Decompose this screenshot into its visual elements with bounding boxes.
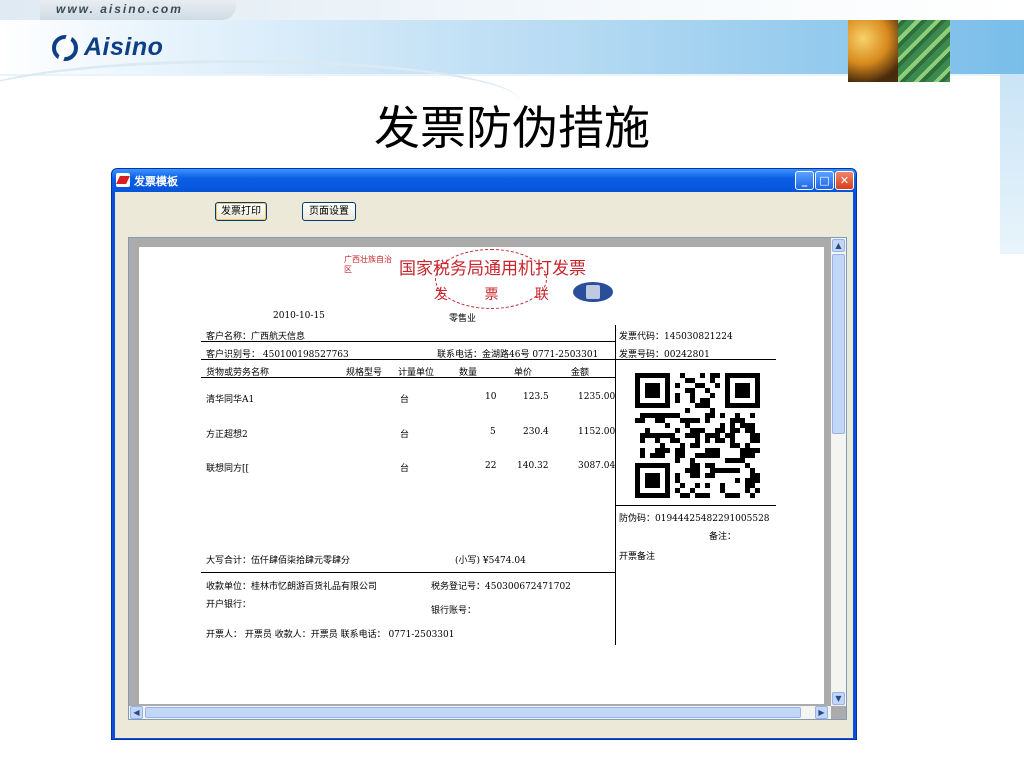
scroll-down-icon[interactable]: ▼ — [832, 692, 845, 705]
maximize-button[interactable]: □ — [815, 171, 834, 190]
aisino-logo: Aisino — [52, 33, 163, 62]
item-qty: 22 — [485, 461, 497, 471]
print-preview[interactable]: 广西壮族自治区 国家税务局通用机打发票 发 票 联 2010-10-15 零售业… — [128, 237, 847, 720]
aisino-logo-icon — [52, 34, 78, 61]
slide-title: 发票防伪措施 — [374, 101, 650, 155]
scroll-left-icon[interactable]: ◀ — [130, 706, 143, 719]
print-invoice-button[interactable]: 发票打印 — [215, 202, 267, 221]
remark-value: 开票备注 — [619, 552, 656, 562]
window-title: 发票模板 — [134, 175, 178, 188]
invoice-title: 国家税务局通用机打发票 — [399, 259, 586, 279]
invoice-copy-label: 发 票 联 — [434, 287, 565, 303]
window-client: 发票打印 页面设置 广西壮族自治区 国家税务局通用机打发票 发 票 联 2010… — [115, 192, 853, 738]
window-titlebar[interactable]: 发票模板 _ □ ✕ — [112, 169, 856, 192]
item-price: 140.32 — [517, 461, 549, 471]
remark-label: 备注： — [709, 532, 737, 542]
anti-counterfeit-code: 防伪码：01944425482291005528 — [619, 514, 770, 524]
item-qty: 5 — [490, 427, 496, 437]
invoice-footer: 开票人： 开票员 收款人：开票员 联系电话： 0771-2503301 — [206, 630, 455, 640]
close-button[interactable]: ✕ — [835, 171, 854, 190]
page-setup-button[interactable]: 页面设置 — [302, 202, 356, 221]
total-upper: 大写合计：伍仟肆佰柒拾肆元零肆分 — [206, 556, 351, 566]
minimize-button[interactable]: _ — [795, 171, 814, 190]
item-amount: 3087.04 — [578, 461, 616, 471]
item-amount: 1235.00 — [578, 392, 616, 402]
invoice-industry: 零售业 — [449, 314, 477, 324]
logo-text: Aisino — [84, 33, 164, 61]
account-label: 银行账号： — [431, 606, 477, 616]
payee-unit: 收款单位：桂林市忆朗游百货礼品有限公司 — [206, 582, 378, 592]
invoice-code: 发票代码：145030821224 — [619, 332, 733, 342]
invoice-date: 2010-10-15 — [273, 311, 325, 321]
invoice-region: 广西壮族自治区 — [344, 255, 392, 274]
rule-line — [615, 325, 616, 645]
invoice-template-window: 发票模板 _ □ ✕ 发票打印 页面设置 广西壮族自治区 国家税务局通用机打发票… — [111, 168, 857, 740]
tax-emblem-icon — [573, 282, 613, 302]
item-name: 清华同华A1 — [206, 395, 255, 405]
item-unit: 台 — [400, 430, 410, 440]
vertical-scroll-thumb[interactable] — [832, 254, 845, 434]
url-bar: www. aisino.com — [0, 0, 1024, 20]
item-name: 方正超想2 — [206, 430, 248, 440]
scroll-right-icon[interactable]: ▶ — [815, 706, 828, 719]
item-unit: 台 — [400, 395, 410, 405]
tax-registration: 税务登记号：450300672471702 — [431, 582, 571, 592]
app-icon[interactable] — [116, 173, 130, 187]
rule-line — [616, 505, 776, 506]
item-price: 230.4 — [523, 427, 549, 437]
horizontal-scrollbar[interactable]: ◀ ▶ — [129, 706, 831, 719]
horizontal-scroll-thumb[interactable] — [145, 707, 801, 718]
rule-line — [616, 359, 776, 360]
rule-line — [201, 359, 615, 360]
item-qty: 10 — [485, 392, 497, 402]
vertical-scrollbar[interactable]: ▲ ▼ — [831, 238, 846, 706]
corner-image — [848, 20, 950, 82]
scroll-up-icon[interactable]: ▲ — [832, 239, 845, 252]
qr-code-icon — [635, 373, 760, 498]
rule-line — [201, 341, 615, 342]
item-name: 联想同方[[ — [206, 464, 250, 474]
bank-label: 开户银行： — [206, 600, 252, 610]
item-amount: 1152.00 — [578, 427, 616, 437]
total-lower: (小写) ¥5474.04 — [455, 556, 526, 566]
rule-line — [201, 377, 615, 378]
item-price: 123.5 — [523, 392, 549, 402]
rule-line — [201, 572, 615, 573]
invoice-paper: 广西壮族自治区 国家税务局通用机打发票 发 票 联 2010-10-15 零售业… — [139, 247, 824, 704]
item-unit: 台 — [400, 464, 410, 474]
site-url: www. aisino.com — [56, 2, 183, 16]
